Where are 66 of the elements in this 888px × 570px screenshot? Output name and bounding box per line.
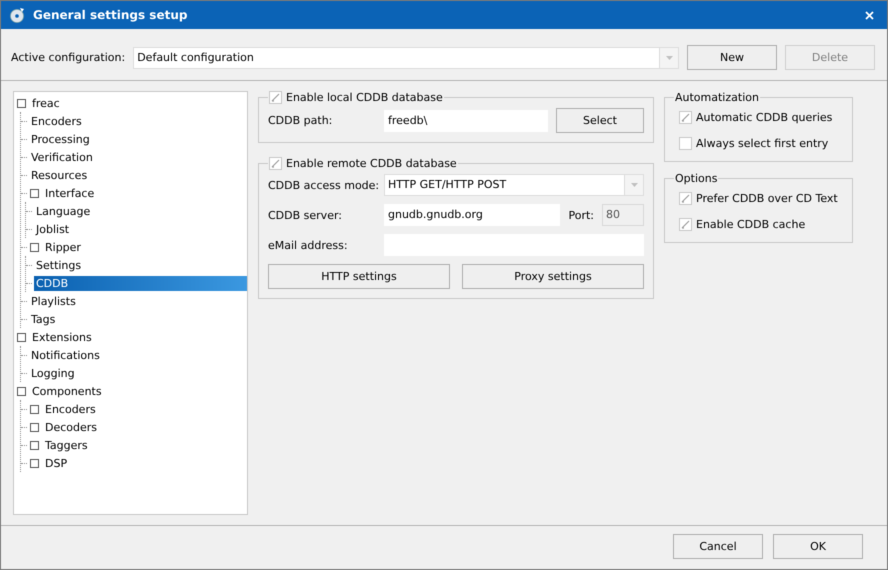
tree-item[interactable]: Playlists	[29, 294, 78, 308]
field-label: Port:	[568, 208, 594, 222]
configuration-dropdown[interactable]: Default configuration	[133, 46, 679, 68]
port-field[interactable]: 80	[602, 204, 644, 226]
check-icon	[271, 93, 280, 102]
check-icon	[271, 159, 280, 168]
tree-item[interactable]: Logging	[29, 366, 77, 380]
checkbox-label: Enable CDDB cache	[696, 218, 806, 230]
tree-item[interactable]: Joblist	[34, 222, 72, 236]
tree-item[interactable]: Encoders	[29, 114, 84, 128]
tree-item[interactable]: Decoders	[43, 420, 100, 434]
checkbox[interactable]	[269, 91, 282, 104]
settings-button[interactable]: HTTP settings	[268, 264, 450, 289]
field-label: CDDB server:	[268, 208, 343, 222]
field-label: Active configuration:	[11, 51, 126, 64]
check-icon	[681, 112, 690, 122]
tree-item[interactable]: Extensions	[30, 330, 94, 344]
dialog-button[interactable]: Cancel	[673, 534, 763, 559]
checkbox[interactable]	[679, 192, 692, 204]
config-button[interactable]: New	[687, 45, 777, 70]
checkbox-label: Enable local CDDB database	[286, 91, 443, 104]
tree-item[interactable]: Processing	[29, 132, 92, 146]
disc-icon	[9, 7, 25, 23]
expander-icon[interactable]	[17, 332, 26, 342]
tree-item[interactable]: Taggers	[43, 438, 90, 452]
caret-icon	[630, 183, 638, 187]
path-field[interactable]: freedb\	[384, 110, 548, 132]
check-icon	[681, 194, 690, 202]
dialog-button[interactable]: OK	[773, 534, 863, 559]
tree-item[interactable]: Interface	[43, 186, 96, 200]
tree-item[interactable]: Notifications	[29, 348, 102, 362]
checkbox[interactable]	[269, 157, 282, 170]
checkbox-label: Always select first entry	[696, 136, 828, 150]
tree-item[interactable]: Tags	[29, 312, 58, 326]
tree-item[interactable]: Verification	[29, 150, 95, 164]
server-field[interactable]: gnudb.gnudb.org	[384, 204, 560, 226]
checkbox-label: Prefer CDDB over CD Text	[696, 192, 838, 204]
checkbox[interactable]	[679, 110, 692, 124]
access-mode-dropdown[interactable]: HTTP GET/HTTP POST	[384, 174, 644, 196]
field-label: CDDB access mode:	[268, 178, 376, 192]
tree-item[interactable]: DSP	[43, 456, 70, 470]
checkbox-label: Enable remote CDDB database	[286, 157, 457, 170]
field-label: eMail address:	[268, 238, 349, 252]
expander-icon[interactable]	[30, 242, 39, 252]
group-title: Automatization	[675, 91, 759, 104]
checkbox[interactable]	[679, 136, 692, 150]
expander-icon[interactable]	[17, 98, 26, 108]
tree-item[interactable]: Components	[30, 384, 104, 398]
tree-item[interactable]: freac	[30, 96, 62, 110]
tree-item[interactable]: Resources	[29, 168, 90, 182]
close-icon	[864, 10, 874, 20]
check-icon	[681, 220, 690, 228]
expander-icon[interactable]	[30, 188, 39, 198]
checkbox[interactable]	[679, 218, 692, 230]
tree-item[interactable]: Language	[34, 204, 92, 218]
tree-item[interactable]: Encoders	[43, 402, 98, 416]
window-title: General settings setup	[33, 8, 188, 22]
tree-item[interactable]: CDDB	[34, 276, 247, 290]
tree-item[interactable]: Settings	[34, 258, 84, 272]
field-label: CDDB path:	[268, 114, 334, 127]
caret-icon	[666, 56, 672, 60]
tree-item[interactable]: Ripper	[43, 240, 83, 254]
group-title: Options	[675, 172, 718, 185]
checkbox-label: Automatic CDDB queries	[696, 110, 832, 124]
settings-button[interactable]: Proxy settings	[462, 264, 644, 289]
select-button[interactable]: Select	[556, 108, 644, 133]
